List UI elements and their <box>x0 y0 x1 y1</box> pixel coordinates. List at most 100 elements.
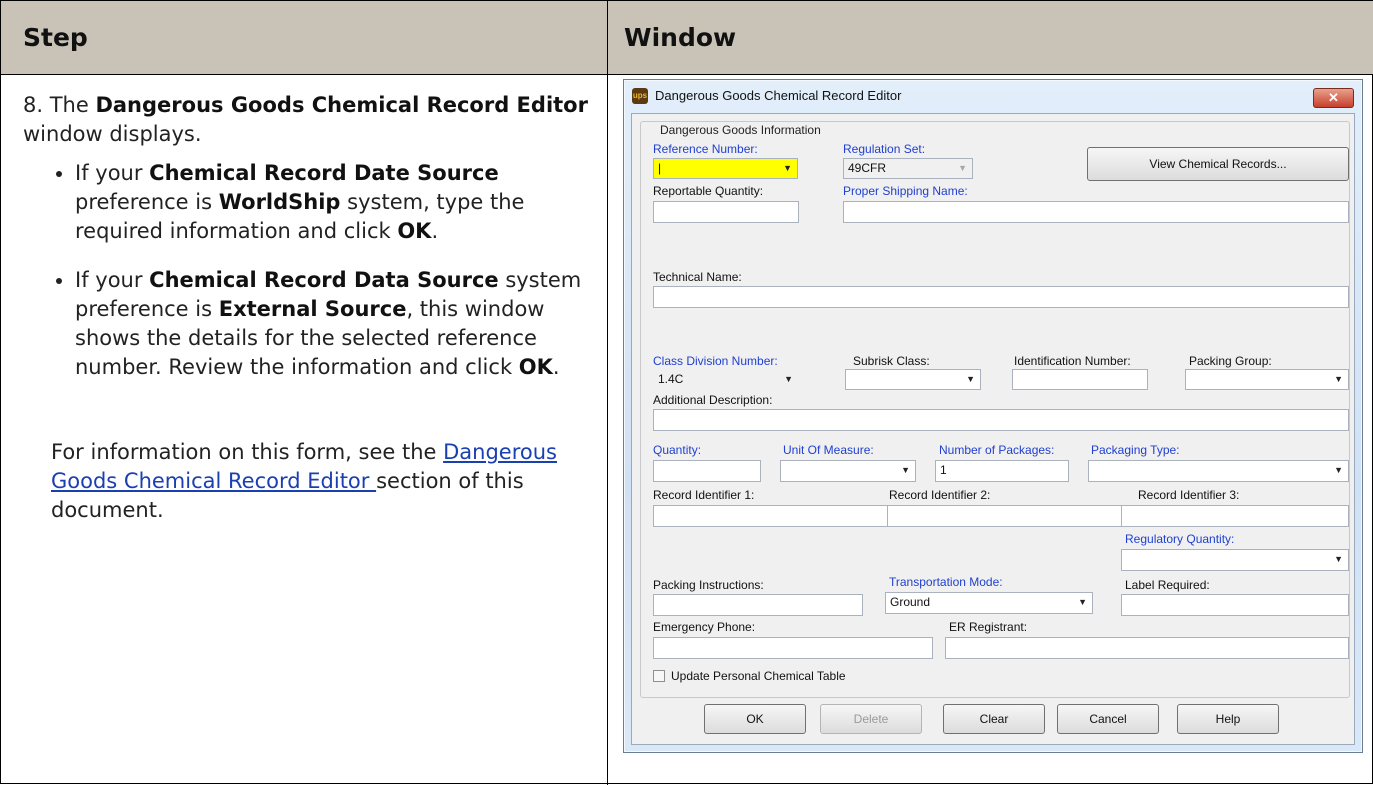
b2-text: . <box>552 355 560 379</box>
dialog-titlebar[interactable]: ups Dangerous Goods Chemical Record Edit… <box>624 80 1362 112</box>
b2-bold: External Source <box>218 297 407 321</box>
reportable-quantity-label: Reportable Quantity: <box>653 184 764 198</box>
packing-instructions-label: Packing Instructions: <box>653 578 764 592</box>
chevron-down-icon: ▼ <box>784 374 793 384</box>
class-division-combo[interactable]: 1.4C ▼ <box>653 369 799 390</box>
record-identifier-1-label: Record Identifier 1: <box>653 488 755 502</box>
chevron-down-icon: ▼ <box>1334 465 1343 475</box>
dialog-title: Dangerous Goods Chemical Record Editor <box>655 88 902 103</box>
delete-button[interactable]: Delete <box>820 704 922 734</box>
identification-number-field[interactable] <box>1012 369 1148 390</box>
packing-group-label: Packing Group: <box>1189 354 1272 368</box>
unit-of-measure-combo[interactable]: ▼ <box>780 460 916 482</box>
view-chemical-records-button[interactable]: View Chemical Records... <box>1087 147 1349 181</box>
quantity-label: Quantity: <box>653 443 702 457</box>
window-name: Dangerous Goods Chemical Record Editor <box>95 93 588 117</box>
transportation-mode-label: Transportation Mode: <box>889 575 1003 589</box>
b1-bold: WorldShip <box>218 190 341 214</box>
group-label: Dangerous Goods Information <box>657 123 824 137</box>
step-bullets: If your Chemical Record Date Source pref… <box>23 159 593 382</box>
chevron-down-icon: ▼ <box>1334 374 1343 384</box>
transportation-mode-value: Ground <box>890 595 931 609</box>
packing-group-combo[interactable]: ▼ <box>1185 369 1349 390</box>
record-identifier-1-field[interactable] <box>653 505 889 527</box>
help-button[interactable]: Help <box>1177 704 1279 734</box>
record-identifier-3-field[interactable] <box>1121 505 1349 527</box>
proper-shipping-name-field[interactable] <box>843 201 1349 223</box>
dialog-client: Dangerous Goods Information Reference Nu… <box>631 113 1355 745</box>
subrisk-class-combo[interactable]: ▼ <box>845 369 981 390</box>
dangerous-goods-group: Dangerous Goods Information Reference Nu… <box>640 121 1350 698</box>
update-table-label: Update Personal Chemical Table <box>671 669 846 683</box>
quantity-field[interactable] <box>653 460 761 482</box>
b2-bold: Chemical Record Data Source <box>149 268 499 292</box>
er-registrant-label: ER Registrant: <box>949 620 1028 634</box>
chevron-down-icon: ▼ <box>1334 554 1343 564</box>
note-text: For information on this form, see the <box>51 440 444 464</box>
class-division-value: 1.4C <box>658 372 684 386</box>
record-identifier-2-field[interactable] <box>887 505 1123 527</box>
step-text: 8. The Dangerous Goods Chemical Record E… <box>23 91 593 525</box>
bullet-worldship: If your Chemical Record Date Source pref… <box>75 159 593 246</box>
regulatory-quantity-label: Regulatory Quantity: <box>1125 532 1235 546</box>
identification-number-label: Identification Number: <box>1014 354 1131 368</box>
transportation-mode-combo[interactable]: Ground ▼ <box>885 592 1093 614</box>
step-number: 8. The <box>23 93 96 117</box>
technical-name-label: Technical Name: <box>653 270 742 284</box>
b1-text: . <box>431 219 439 243</box>
regulation-set-combo[interactable]: 49CFR ▼ <box>843 158 973 179</box>
er-registrant-field[interactable] <box>945 637 1349 659</box>
reference-number-label: Reference Number: <box>653 142 758 156</box>
proper-shipping-name-label: Proper Shipping Name: <box>843 184 968 198</box>
regulatory-quantity-combo[interactable]: ▼ <box>1121 549 1349 571</box>
reportable-quantity-field[interactable] <box>653 201 799 223</box>
cancel-button[interactable]: Cancel <box>1057 704 1159 734</box>
record-identifier-2-label: Record Identifier 2: <box>889 488 991 502</box>
label-required-label: Label Required: <box>1125 578 1210 592</box>
number-of-packages-field[interactable]: 1 <box>935 460 1069 482</box>
record-identifier-3-label: Record Identifier 3: <box>1138 488 1240 502</box>
b1-bold: Chemical Record Date Source <box>149 161 499 185</box>
window-column-header: Window <box>607 1 1373 75</box>
b1-text: preference is <box>75 190 219 214</box>
reference-number-value: | <box>658 161 662 175</box>
chevron-down-icon: ▼ <box>901 465 910 475</box>
emergency-phone-label: Emergency Phone: <box>653 620 756 634</box>
label-required-field[interactable] <box>1121 594 1349 616</box>
chevron-down-icon: ▼ <box>783 163 792 173</box>
regulation-set-label: Regulation Set: <box>843 142 926 156</box>
close-button[interactable]: ✕ <box>1313 88 1354 108</box>
step-intro: 8. The Dangerous Goods Chemical Record E… <box>23 91 593 149</box>
bullet-external: If your Chemical Record Data Source syst… <box>75 266 593 382</box>
clear-button[interactable]: Clear <box>943 704 1045 734</box>
chevron-down-icon: ▼ <box>958 163 967 173</box>
additional-description-label: Additional Description: <box>653 393 773 407</box>
ok-button[interactable]: OK <box>704 704 806 734</box>
instruction-table: Step Window 8. The Dangerous Goods Chemi… <box>0 0 1373 785</box>
emergency-phone-field[interactable] <box>653 637 933 659</box>
packaging-type-combo[interactable]: ▼ <box>1088 460 1349 482</box>
column-divider <box>607 75 608 785</box>
chemical-record-editor-dialog: ups Dangerous Goods Chemical Record Edit… <box>623 79 1363 753</box>
additional-description-field[interactable] <box>653 409 1349 431</box>
number-of-packages-value: 1 <box>940 463 947 477</box>
b1-text: If your <box>75 161 150 185</box>
update-table-checkbox[interactable] <box>653 670 665 682</box>
step-note: For information on this form, see the Da… <box>51 438 593 525</box>
technical-name-field[interactable] <box>653 286 1349 308</box>
unit-of-measure-label: Unit Of Measure: <box>783 443 874 457</box>
packing-instructions-field[interactable] <box>653 594 863 616</box>
subrisk-class-label: Subrisk Class: <box>853 354 930 368</box>
intro-tail: window displays. <box>23 122 202 146</box>
ups-shield-icon: ups <box>632 88 648 104</box>
step-column-header: Step <box>1 1 607 75</box>
regulation-set-value: 49CFR <box>848 161 887 175</box>
chevron-down-icon: ▼ <box>1078 597 1087 607</box>
b1-bold: OK <box>397 219 432 243</box>
packaging-type-label: Packaging Type: <box>1091 443 1180 457</box>
b2-bold: OK <box>518 355 553 379</box>
class-division-label: Class Division Number: <box>653 354 778 368</box>
reference-number-combo[interactable]: | ▼ <box>653 158 798 179</box>
number-of-packages-label: Number of Packages: <box>939 443 1055 457</box>
chevron-down-icon: ▼ <box>966 374 975 384</box>
